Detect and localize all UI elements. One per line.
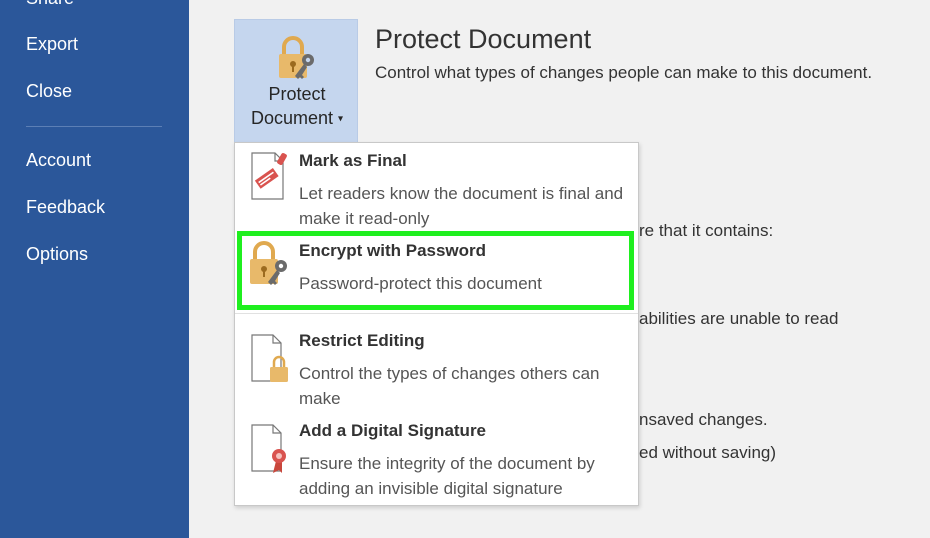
menu-item-encrypt-with-password[interactable]: Encrypt with Password Password-protect t… xyxy=(235,233,638,313)
menu-item-description: Ensure the integrity of the document by … xyxy=(299,454,595,498)
nav-options[interactable]: Options xyxy=(26,244,88,265)
background-text: abilities are unable to read xyxy=(639,309,839,328)
menu-item-description: Password-protect this document xyxy=(299,274,542,293)
protect-document-button[interactable]: Protect Document ▾ xyxy=(234,19,358,143)
nav-share[interactable]: Share xyxy=(26,0,74,9)
nav-account[interactable]: Account xyxy=(26,150,91,171)
nav-divider xyxy=(26,126,162,127)
section-title: Protect Document xyxy=(375,24,592,54)
document-ribbon-icon xyxy=(249,419,293,480)
chevron-down-icon: ▾ xyxy=(338,113,344,125)
background-text: ed without saving) xyxy=(639,443,777,462)
menu-item-restrict-editing[interactable]: Restrict Editing Control the types of ch… xyxy=(235,323,638,411)
background-text: re that it contains: xyxy=(639,221,774,240)
lock-key-icon xyxy=(277,36,319,87)
menu-item-description: Let readers know the document is final a… xyxy=(299,184,624,228)
menu-item-title: Encrypt with Password xyxy=(299,241,487,260)
menu-item-title: Mark as Final xyxy=(299,151,407,170)
menu-item-description: Control the types of changes others can … xyxy=(299,364,600,408)
nav-feedback[interactable]: Feedback xyxy=(26,197,105,218)
background-text: nsaved changes. xyxy=(639,410,768,429)
nav-close[interactable]: Close xyxy=(26,81,72,102)
menu-item-title: Restrict Editing xyxy=(299,331,425,350)
mark-final-stamp-icon xyxy=(249,149,293,206)
menu-item-mark-as-final[interactable]: Mark as Final Let readers know the docum… xyxy=(235,143,638,231)
backstage-sidebar: Share Export Close Account Feedback Opti… xyxy=(0,0,189,538)
section-description: Control what types of changes people can… xyxy=(375,63,873,82)
protect-label-line1: Protect xyxy=(268,84,326,104)
protect-document-menu: Mark as Final Let readers know the docum… xyxy=(234,142,639,506)
menu-item-title: Add a Digital Signature xyxy=(299,421,487,440)
protect-label-line2: Document xyxy=(250,108,333,128)
lock-key-icon xyxy=(249,239,293,294)
document-lock-icon xyxy=(249,329,293,390)
protect-document-label: Protect Document ▾ xyxy=(235,82,359,131)
menu-item-add-digital-signature[interactable]: Add a Digital Signature Ensure the integ… xyxy=(235,413,638,503)
menu-separator xyxy=(235,313,638,314)
nav-export[interactable]: Export xyxy=(26,34,78,55)
